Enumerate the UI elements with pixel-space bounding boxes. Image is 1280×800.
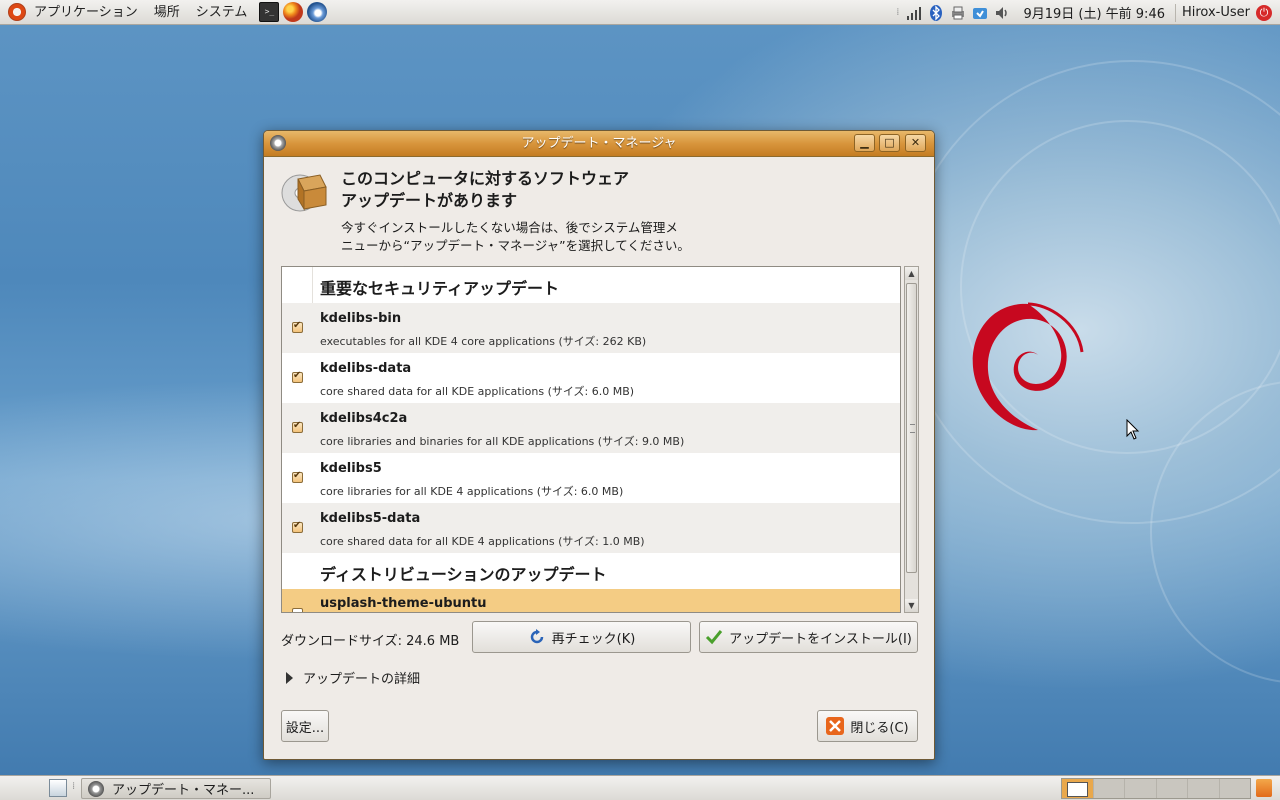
- update-notifier-icon[interactable]: [972, 5, 988, 21]
- clock[interactable]: 9月19日 (土) 午前 9:46: [1013, 3, 1175, 22]
- list-item[interactable]: kdelibs-data core shared data for all KD…: [282, 353, 900, 403]
- close-label: 閉じる(C): [850, 720, 909, 736]
- workspace-6[interactable]: [1219, 779, 1250, 798]
- volume-icon[interactable]: [994, 5, 1010, 21]
- maximize-button[interactable]: □: [879, 134, 900, 152]
- minimize-button[interactable]: ▁: [854, 134, 875, 152]
- workspace-3[interactable]: [1125, 779, 1157, 798]
- package-description: core libraries for all KDE 4 application…: [320, 485, 624, 498]
- printer-icon[interactable]: [950, 5, 966, 21]
- package-name: kdelibs-bin: [320, 311, 402, 326]
- top-panel: アプリケーション 場所 システム >_ ⁞ 9月19日 (土) 午前 9:46 …: [0, 0, 1280, 25]
- refresh-icon: [530, 629, 543, 644]
- scroll-down-arrow-icon[interactable]: ▼: [905, 599, 918, 612]
- menu-applications[interactable]: アプリケーション: [26, 0, 146, 25]
- taskbar-item-update-manager[interactable]: アップデート・マネー...: [81, 778, 271, 799]
- show-desktop-icon[interactable]: [49, 779, 67, 797]
- package-name: kdelibs5-data: [320, 511, 421, 526]
- settings-label: 設定...: [285, 720, 325, 736]
- update-heading: このコンピュータに対するソフトウェア アップデートがあります: [341, 168, 701, 212]
- panel-handle[interactable]: ⁞: [72, 781, 75, 792]
- close-icon: [826, 717, 845, 735]
- package-name: kdelibs5: [320, 461, 382, 476]
- package-checkbox[interactable]: [292, 320, 303, 333]
- ubuntu-logo-icon[interactable]: [8, 3, 26, 21]
- system-tray: ⁞ 9月19日 (土) 午前 9:46 Hirox-User ⏻: [896, 0, 1280, 25]
- download-size-label: ダウンロードサイズ: 24.6 MB: [281, 634, 460, 649]
- recheck-button[interactable]: 再チェック(K): [472, 621, 691, 653]
- mouse-cursor: [1126, 419, 1140, 440]
- window-title: アップデート・マネージャ: [521, 136, 677, 151]
- scroll-grip: [910, 424, 915, 433]
- list-item[interactable]: kdelibs4c2a core libraries and binaries …: [282, 403, 900, 453]
- workspace-4[interactable]: [1156, 779, 1188, 798]
- subtext-line-1: 今すぐインストールしたくない場合は、後でシステム管理メ: [341, 220, 678, 235]
- install-label: アップデートをインストール(I): [729, 631, 912, 647]
- window-titlebar[interactable]: アップデート・マネージャ ▁ □ ✕: [264, 131, 934, 157]
- workspace-2[interactable]: [1093, 779, 1125, 798]
- workspace-window-thumb: [1067, 782, 1088, 797]
- terminal-icon[interactable]: >_: [259, 2, 280, 22]
- heading-line-2: アップデートがあります: [341, 191, 518, 210]
- column-divider: [312, 267, 313, 303]
- scroll-up-arrow-icon[interactable]: ▲: [905, 267, 918, 280]
- subtext-line-2: ニューから“アップデート・マネージャ”を選択してください。: [341, 238, 690, 253]
- debian-logo: [972, 302, 1084, 431]
- details-label: アップデートの詳細: [303, 672, 421, 687]
- package-checkbox[interactable]: [292, 370, 303, 383]
- list-item[interactable]: kdelibs-bin executables for all KDE 4 co…: [282, 303, 900, 353]
- workspace-switcher[interactable]: [1061, 778, 1251, 799]
- group-header-security: 重要なセキュリティアップデート: [320, 279, 560, 298]
- package-description: core shared data for all KDE 4 applicati…: [320, 535, 645, 548]
- workspace-5[interactable]: [1188, 779, 1220, 798]
- menu-system[interactable]: システム: [188, 0, 256, 25]
- software-update-icon: [281, 174, 327, 212]
- package-description: core shared data for all KDE application…: [320, 385, 635, 398]
- tray-handle[interactable]: ⁞: [896, 7, 899, 18]
- package-checkbox[interactable]: [292, 608, 303, 612]
- group-header-distribution: ディストリビューションのアップデート: [320, 565, 607, 584]
- firefox-icon[interactable]: [283, 2, 304, 22]
- menu-places[interactable]: 場所: [146, 0, 188, 25]
- scroll-thumb[interactable]: [906, 283, 917, 573]
- package-description: executables for all KDE 4 core applicati…: [320, 335, 647, 348]
- power-icon[interactable]: ⏻: [1256, 4, 1272, 21]
- heading-line-1: このコンピュータに対するソフトウェア: [341, 169, 630, 188]
- expander-arrow-icon[interactable]: [286, 671, 293, 684]
- install-updates-button[interactable]: アップデートをインストール(I): [699, 621, 918, 653]
- bluetooth-icon[interactable]: [928, 4, 944, 21]
- network-icon[interactable]: [906, 5, 922, 21]
- list-item[interactable]: kdelibs5-data core shared data for all K…: [282, 503, 900, 553]
- checkmark-icon: [706, 630, 723, 645]
- close-window-button[interactable]: ✕: [905, 134, 926, 152]
- trash-icon[interactable]: [1256, 779, 1272, 797]
- package-name: usplash-theme-ubuntu: [320, 596, 487, 611]
- update-details-expander[interactable]: アップデートの詳細: [286, 668, 420, 687]
- update-manager-icon: [88, 780, 104, 797]
- package-checkbox[interactable]: [292, 470, 303, 483]
- thunderbird-icon[interactable]: [307, 2, 328, 22]
- bottom-panel: ⁞ アップデート・マネー...: [0, 775, 1280, 800]
- update-list[interactable]: 重要なセキュリティアップデート kdelibs-bin executables …: [281, 266, 901, 613]
- package-checkbox[interactable]: [292, 420, 303, 433]
- list-item[interactable]: kdelibs5 core libraries for all KDE 4 ap…: [282, 453, 900, 503]
- user-switcher[interactable]: Hirox-User: [1176, 5, 1256, 20]
- package-description: core libraries and binaries for all KDE …: [320, 435, 685, 448]
- workspace-1[interactable]: [1062, 779, 1094, 798]
- update-subtext: 今すぐインストールしたくない場合は、後でシステム管理メ ニューから“アップデート…: [341, 219, 711, 255]
- settings-button[interactable]: 設定...: [281, 710, 329, 742]
- package-checkbox[interactable]: [292, 520, 303, 533]
- taskbar-item-label: アップデート・マネー...: [112, 783, 255, 798]
- window-content: このコンピュータに対するソフトウェア アップデートがあります 今すぐインストール…: [264, 157, 934, 759]
- list-scrollbar[interactable]: ▲ ▼: [904, 266, 919, 613]
- package-name: kdelibs4c2a: [320, 411, 408, 426]
- package-name: kdelibs-data: [320, 361, 412, 376]
- list-item[interactable]: usplash-theme-ubuntu: [282, 589, 900, 612]
- update-manager-window: アップデート・マネージャ ▁ □ ✕ このコンピュータに対するソフトウェア アッ…: [263, 130, 935, 760]
- close-button[interactable]: 閉じる(C): [817, 710, 918, 742]
- recheck-label: 再チェック(K): [551, 631, 636, 647]
